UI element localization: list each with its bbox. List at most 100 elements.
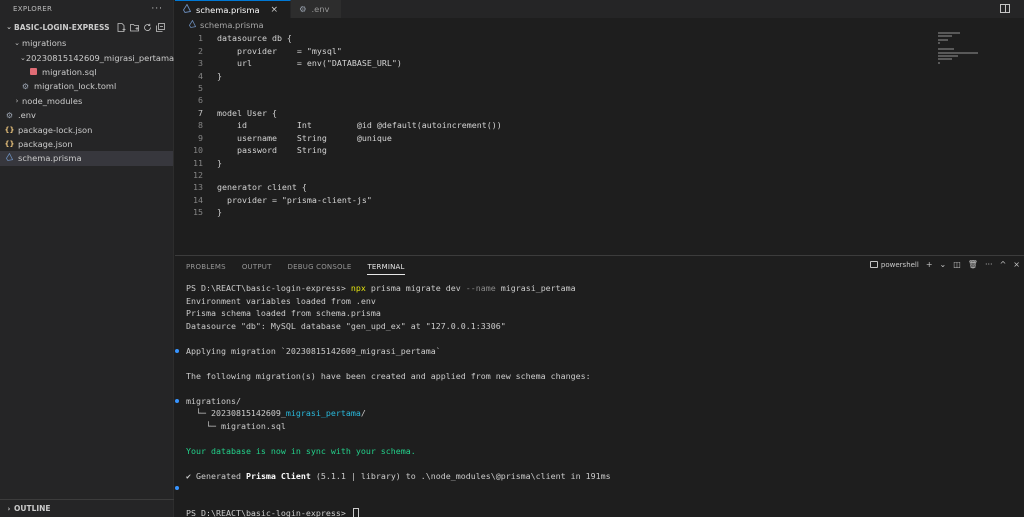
tree-item-label: migration.sql: [42, 66, 97, 77]
terminal-line: [175, 482, 1015, 495]
new-folder-icon[interactable]: [130, 23, 139, 32]
minimap[interactable]: [938, 32, 994, 82]
code-text: }: [217, 157, 222, 168]
breadcrumb-file: schema.prisma: [200, 20, 264, 30]
breadcrumb[interactable]: schema.prisma: [175, 18, 1024, 32]
command-decoration-icon[interactable]: [175, 348, 179, 353]
code-text: url = env("DATABASE_URL"): [217, 58, 402, 69]
final-prompt: PS D:\REACT\basic-login-express>: [186, 508, 351, 517]
line-number: 7: [198, 107, 203, 118]
line-number: 4: [198, 70, 203, 81]
tree-item-label: migration_lock.toml: [34, 81, 117, 92]
more-actions-icon[interactable]: ···: [151, 4, 163, 14]
code-line: 3 url = env("DATABASE_URL"): [175, 57, 935, 69]
chevron-down-icon[interactable]: ⌄: [940, 260, 947, 269]
tree-item[interactable]: ⌄ migrations: [0, 36, 173, 50]
command-decoration-icon[interactable]: [175, 398, 179, 403]
tree-item-label: package.json: [18, 138, 73, 149]
terminal-line: └─ migration.sql: [175, 420, 1015, 433]
tree-suffix: /: [360, 408, 366, 419]
tab-output[interactable]: OUTPUT: [242, 263, 272, 271]
migrations-dir: migrations/: [186, 395, 241, 406]
tab-terminal[interactable]: TERMINAL: [367, 263, 405, 275]
explorer-header: EXPLORER ···: [0, 0, 173, 18]
code-text: }: [217, 70, 222, 81]
refresh-icon[interactable]: [143, 23, 152, 32]
tree-item[interactable]: › node_modules: [0, 94, 173, 108]
gen-prefix: ✔ Generated: [186, 470, 246, 481]
tree-item[interactable]: schema.prisma: [0, 151, 173, 166]
line-number: 6: [198, 95, 203, 106]
chevron-right-icon: ›: [7, 504, 11, 513]
code-text: model User {: [217, 107, 277, 118]
sync-line: Your database is now in sync with your s…: [186, 445, 416, 456]
add-terminal-icon[interactable]: +: [926, 260, 933, 269]
tab-problems[interactable]: PROBLEMS: [186, 263, 226, 271]
code-line: 5: [175, 82, 935, 94]
split-editor-icon[interactable]: [1000, 4, 1010, 13]
split-terminal-icon[interactable]: ◫: [953, 260, 961, 269]
project-actions: [117, 22, 173, 32]
cmd-arg: migrasi_pertama: [495, 283, 576, 294]
terminal-output[interactable]: PS D:\REACT\basic-login-express> npx pri…: [175, 282, 1015, 517]
line-number: 10: [193, 145, 203, 156]
json-icon: {}: [4, 125, 15, 134]
collapse-all-icon[interactable]: [156, 22, 165, 32]
maximize-panel-icon[interactable]: ^: [1000, 260, 1007, 269]
tree-item[interactable]: ⚙ migration_lock.toml: [0, 79, 173, 93]
tree-item-label: package-lock.json: [18, 124, 93, 135]
new-file-icon[interactable]: [117, 22, 126, 32]
line-number: 1: [198, 33, 203, 44]
tree-item[interactable]: ⌄ 20230815142609_migrasi_pertama: [0, 50, 175, 64]
more-actions-icon[interactable]: ···: [985, 260, 993, 269]
line-number: 12: [193, 170, 203, 181]
terminal-line: Prisma schema loaded from schema.prisma: [175, 307, 1015, 320]
close-panel-icon[interactable]: ×: [1013, 260, 1020, 269]
outline-title: OUTLINE: [14, 504, 51, 513]
file-tree: ⌄ migrations ⌄ 20230815142609_migrasi_perta…: [0, 36, 175, 166]
code-line: 13 generator client {: [175, 181, 935, 193]
database-icon: [30, 68, 37, 76]
project-name: BASIC-LOGIN-EXPRESS: [14, 22, 110, 32]
prompt: PS D:\REACT\basic-login-express>: [186, 283, 351, 294]
tree-item[interactable]: migration.sql: [0, 65, 173, 79]
code-text: datasource db {: [217, 33, 292, 44]
close-icon[interactable]: ×: [271, 5, 279, 15]
tab-schema-prisma[interactable]: schema.prisma ×: [175, 0, 292, 18]
terminal-line: PS D:\REACT\basic-login-express> npx pri…: [175, 282, 1015, 295]
terminal-line: └─ 20230815142609_ migrasi_pertama /: [175, 407, 1015, 420]
line-number: 13: [193, 182, 203, 193]
terminal-line: ✔ Generated Prisma Client (5.1.1 | libra…: [175, 470, 1015, 483]
tab-label: schema.prisma: [196, 4, 260, 15]
following-line: The following migration(s) have been cre…: [186, 370, 591, 381]
terminal-line: Datasource "db": MySQL database "gen_upd…: [175, 320, 1015, 333]
terminal-shell-selector[interactable]: powershell: [869, 260, 919, 269]
shell-name: powershell: [880, 260, 919, 269]
tree-item[interactable]: {} package-lock.json: [0, 122, 173, 136]
schema-loaded: Prisma schema loaded from schema.prisma: [186, 308, 381, 319]
tree-item[interactable]: ⚙ .env: [0, 108, 173, 122]
code-line: 8 id Int @id @default(autoincrement()): [175, 119, 935, 131]
line-number: 14: [193, 194, 203, 205]
tree-item[interactable]: {} package.json: [0, 137, 173, 151]
explorer-sidebar: EXPLORER ··· ⌄ BASIC-LOGIN-EXPRESS ⌄ migr…: [0, 0, 174, 517]
project-folder[interactable]: ⌄ BASIC-LOGIN-EXPRESS: [0, 18, 173, 36]
trash-icon[interactable]: 🗑: [968, 260, 978, 269]
tab-env[interactable]: ⚙ .env: [291, 0, 343, 18]
line-number: 9: [198, 132, 203, 143]
tab-debug-console[interactable]: DEBUG CONSOLE: [288, 263, 352, 271]
applying-line: Applying migration `20230815142609_migra…: [186, 345, 441, 356]
cmd-npx: npx: [350, 283, 366, 294]
tree-item-label: 20230815142609_migrasi_pertama: [25, 52, 175, 63]
outline-section[interactable]: › OUTLINE: [0, 499, 174, 517]
code-text: }: [217, 207, 222, 218]
terminal-line: The following migration(s) have been cre…: [175, 370, 1015, 383]
terminal-line: Environment variables loaded from .env: [175, 295, 1015, 308]
datasource-line: Datasource "db": MySQL database "gen_upd…: [186, 320, 506, 331]
tree-prefix: └─ 20230815142609_: [186, 408, 286, 419]
command-decoration-icon[interactable]: [175, 486, 179, 491]
prisma-icon: [4, 153, 15, 163]
code-line: 14 provider = "prisma-client-js": [175, 194, 935, 206]
code-editor[interactable]: 1 datasource db {2 provider = "mysql" 3 ur…: [175, 32, 935, 219]
